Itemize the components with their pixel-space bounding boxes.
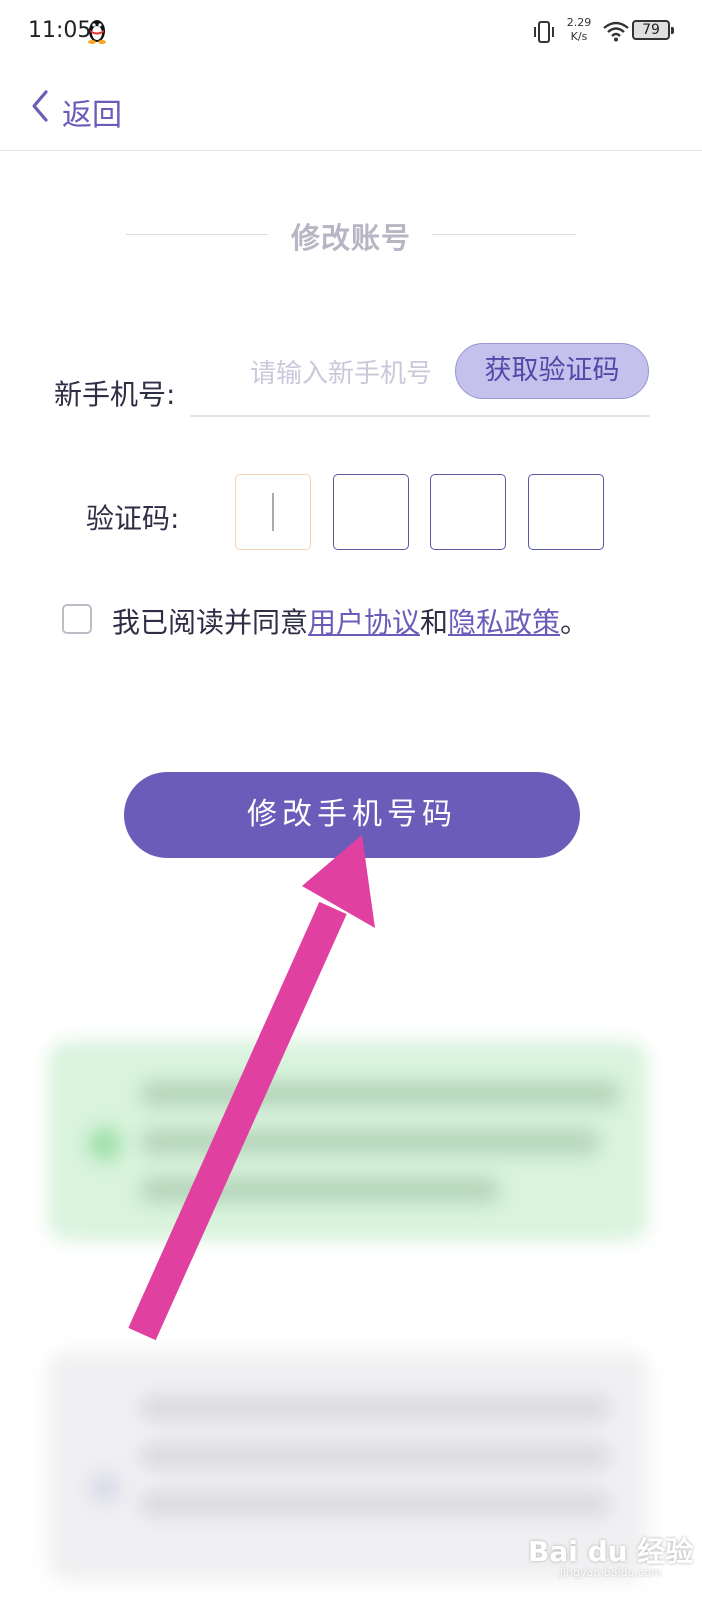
- title-divider-left: [126, 234, 268, 235]
- change-phone-button[interactable]: 修改手机号码: [124, 772, 580, 858]
- blurred-text: [140, 1177, 500, 1203]
- network-speed: 2.29 K/s: [566, 16, 592, 43]
- code-digit-1[interactable]: [235, 474, 311, 550]
- blurred-text: [140, 1491, 610, 1517]
- vibrate-icon: [534, 21, 554, 43]
- wifi-icon: [603, 21, 629, 42]
- status-time: 11:05: [28, 18, 92, 43]
- watermark-url: jingyan.baidu.com: [560, 1566, 662, 1579]
- blurred-tip-icon: [88, 1127, 122, 1161]
- blurred-text: [140, 1129, 600, 1155]
- chevron-left-icon[interactable]: [30, 88, 50, 124]
- battery-icon: 79: [632, 20, 674, 40]
- get-code-button[interactable]: 获取验证码: [455, 343, 649, 399]
- main-content: 修改账号 新手机号: 获取验证码 验证码: 我已阅读并同意用户协议和隐私政策。 …: [0, 151, 702, 1600]
- blurred-text: [140, 1395, 610, 1421]
- blurred-tip-card: [48, 1041, 648, 1241]
- text-caret: [272, 493, 274, 531]
- agree-checkbox[interactable]: [62, 604, 92, 634]
- status-bar: 11:05 2.29 K/s 79: [0, 0, 702, 64]
- privacy-policy-link[interactable]: 隐私政策: [448, 606, 560, 639]
- blurred-info-icon: [88, 1471, 122, 1505]
- baidu-jingyan-watermark: Bai du 经验: [528, 1535, 694, 1568]
- code-digit-3[interactable]: [430, 474, 506, 550]
- code-digit-4[interactable]: [528, 474, 604, 550]
- blurred-text: [140, 1443, 610, 1469]
- page-title: 修改账号: [290, 221, 411, 255]
- user-agreement-link[interactable]: 用户协议: [308, 606, 420, 639]
- title-divider-right: [432, 234, 576, 235]
- phone-label: 新手机号:: [54, 378, 176, 411]
- agreement-text: 我已阅读并同意用户协议和隐私政策。: [112, 606, 589, 639]
- qq-penguin-icon: [88, 20, 106, 44]
- nav-bar: 返回: [0, 64, 702, 151]
- code-label: 验证码:: [86, 502, 180, 535]
- phone-underline: [190, 415, 650, 417]
- blurred-text: [140, 1081, 620, 1107]
- back-button[interactable]: 返回: [62, 90, 122, 134]
- code-digit-2[interactable]: [333, 474, 409, 550]
- phone-input[interactable]: [190, 351, 448, 397]
